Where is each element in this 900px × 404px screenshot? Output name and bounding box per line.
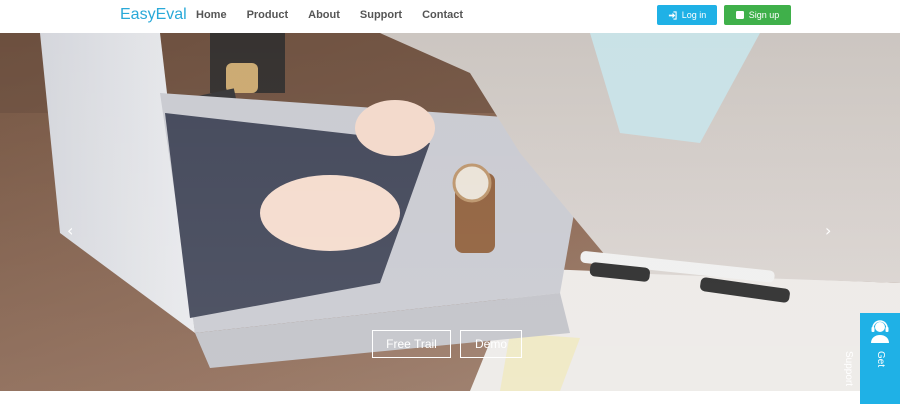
login-button[interactable]: Log in	[657, 5, 717, 25]
user-square-icon	[735, 11, 744, 19]
page-bottom-edge	[0, 391, 860, 404]
free-trial-button[interactable]: Free Trail	[372, 330, 451, 358]
login-label: Log in	[681, 10, 707, 20]
signup-label: Sign up	[748, 10, 780, 20]
headset-user-icon	[871, 320, 889, 343]
get-support-label: Get Support	[843, 351, 886, 387]
top-navbar: EasyEval Home Product About Support Cont…	[0, 0, 900, 33]
nav-item-about[interactable]: About	[308, 9, 340, 21]
signup-button[interactable]: Sign up	[724, 5, 791, 25]
nav-item-support[interactable]: Support	[360, 9, 402, 21]
nav-item-product[interactable]: Product	[247, 9, 289, 21]
get-support-widget[interactable]: Get Support	[843, 313, 900, 404]
brand-logo[interactable]: EasyEval	[120, 6, 187, 24]
nav-item-home[interactable]: Home	[196, 9, 227, 21]
sign-in-icon	[668, 10, 677, 20]
nav-item-contact[interactable]: Contact	[422, 9, 463, 21]
carousel-next-arrow[interactable]: ›	[825, 221, 831, 240]
main-nav: Home Product About Support Contact	[196, 9, 483, 21]
demo-button[interactable]: Demo	[460, 330, 522, 358]
carousel-prev-arrow[interactable]: ‹	[67, 221, 73, 240]
